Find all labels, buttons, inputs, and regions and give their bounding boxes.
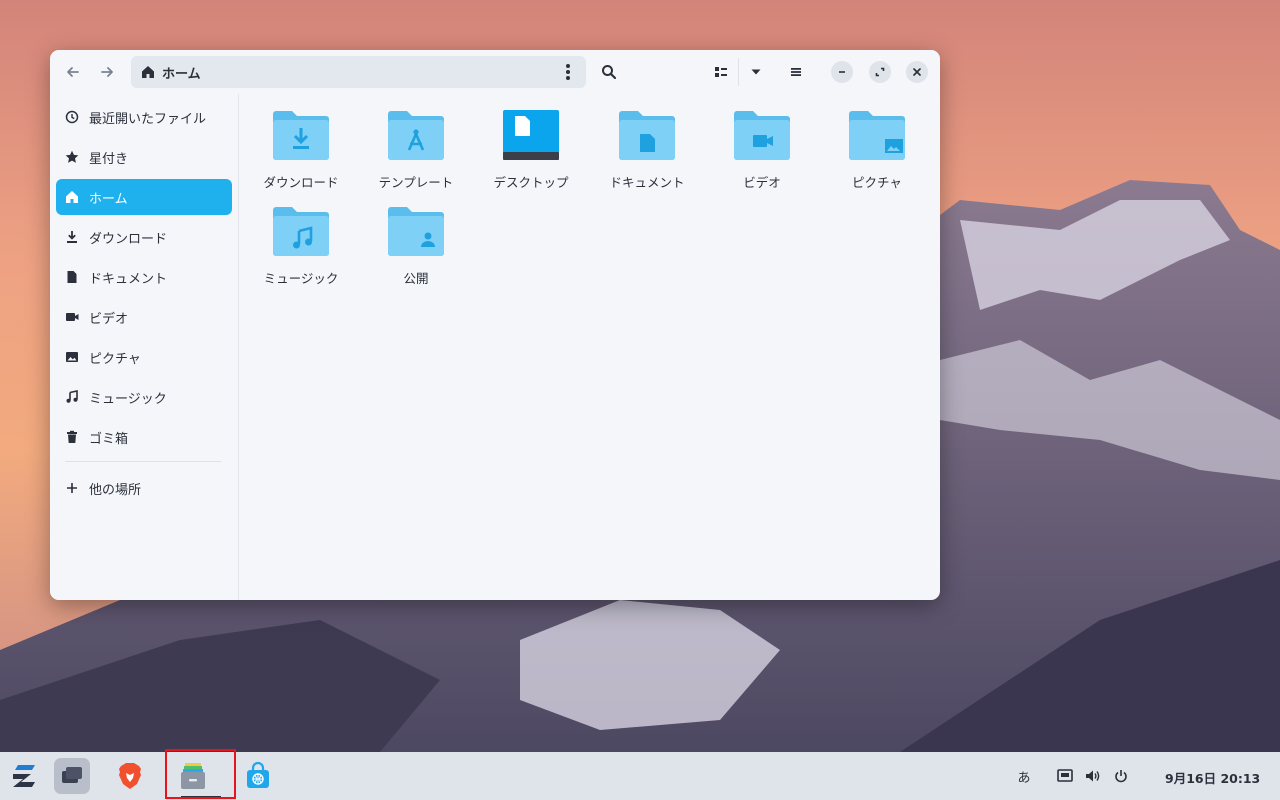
volume-icon (1086, 770, 1100, 782)
desktop-folder-icon (503, 110, 559, 160)
view-options-button[interactable] (745, 61, 767, 83)
path-bar[interactable]: ホーム (131, 56, 586, 88)
search-button[interactable] (598, 61, 620, 83)
folder-item-documents[interactable]: ドキュメント (592, 108, 702, 198)
home-icon (142, 66, 154, 78)
plus-icon (65, 481, 79, 495)
path-bar-label: ホーム (162, 66, 201, 82)
folder-item-music[interactable]: ミュージック (246, 204, 356, 294)
power-icon (1115, 770, 1127, 783)
folder-item-templates[interactable]: テンプレート (361, 108, 471, 198)
picture-icon (65, 350, 79, 364)
sidebar-item-music[interactable]: ミュージック (56, 379, 232, 415)
folder-grid: ダウンロード テンプレート デスクトップ ドキュメント ビデオ ピクチャ ミュー… (240, 94, 940, 600)
videos-folder-icon (734, 111, 790, 160)
trash-icon (65, 430, 79, 444)
hamburger-icon (791, 68, 801, 76)
sidebar-item-label: 最近開いたファイル (89, 111, 207, 127)
folder-label: 公開 (403, 271, 429, 286)
sidebar-item-pictures[interactable]: ピクチャ (56, 339, 232, 375)
input-method-indicator[interactable]: あ (1016, 766, 1032, 786)
arrow-left-icon (67, 67, 79, 77)
music-folder-icon (273, 207, 329, 256)
templates-folder-icon (388, 111, 444, 160)
store-bag-icon (247, 761, 269, 788)
back-button[interactable] (59, 59, 87, 85)
workspace-switcher-button[interactable] (54, 758, 90, 794)
video-icon (65, 310, 79, 324)
folder-label: ビデオ (743, 175, 781, 190)
maximize-button[interactable] (869, 61, 891, 83)
folder-item-videos[interactable]: ビデオ (707, 108, 817, 198)
sidebar-item-videos[interactable]: ビデオ (56, 299, 232, 335)
close-icon (913, 68, 921, 76)
sidebar-item-label: 星付き (89, 151, 129, 167)
minimize-icon (839, 71, 845, 73)
list-view-icon (715, 67, 727, 77)
sidebar-item-label: 他の場所 (89, 482, 142, 498)
sidebar-item-label: ミュージック (89, 391, 167, 407)
folder-label: ダウンロード (263, 175, 339, 190)
software-store-button[interactable] (240, 758, 276, 794)
volume-button[interactable] (1083, 766, 1103, 786)
clock[interactable]: 9月16日 20:13 (1165, 768, 1260, 787)
clock-icon (65, 110, 79, 124)
sidebar-item-label: ホーム (89, 191, 128, 207)
sidebar-item-label: ピクチャ (89, 351, 141, 367)
zorin-logo-icon (13, 765, 35, 787)
network-wired-icon (1057, 769, 1073, 782)
path-menu-button[interactable] (560, 64, 576, 80)
public-folder-icon (388, 207, 444, 256)
folder-item-downloads[interactable]: ダウンロード (246, 108, 356, 198)
brave-lion-icon (119, 763, 141, 789)
folder-item-public[interactable]: 公開 (361, 204, 471, 294)
highlight-annotation (165, 749, 236, 799)
pictures-folder-icon (849, 111, 905, 160)
search-icon (602, 65, 617, 80)
sidebar-item-downloads[interactable]: ダウンロード (56, 219, 232, 255)
power-button[interactable] (1111, 766, 1131, 786)
music-icon (65, 390, 79, 404)
folder-label: ミュージック (263, 271, 339, 286)
windows-icon (62, 767, 82, 783)
home-icon (65, 190, 79, 204)
download-icon (65, 230, 79, 244)
sidebar-item-recent[interactable]: 最近開いたファイル (56, 99, 232, 135)
folder-item-desktop[interactable]: デスクトップ (476, 108, 586, 198)
arrow-right-icon (101, 67, 113, 77)
forward-button[interactable] (93, 59, 121, 85)
folder-item-pictures[interactable]: ピクチャ (822, 108, 932, 198)
download-folder-icon (273, 111, 329, 160)
sidebar-item-home[interactable]: ホーム (56, 179, 232, 215)
sidebar-item-documents[interactable]: ドキュメント (56, 259, 232, 295)
sidebar-item-label: ゴミ箱 (89, 431, 129, 447)
sidebar-item-trash[interactable]: ゴミ箱 (56, 419, 232, 455)
folder-label: ドキュメント (609, 175, 685, 190)
sidebar-item-starred[interactable]: 星付き (56, 139, 232, 175)
sidebar-item-other-places[interactable]: 他の場所 (56, 470, 232, 506)
star-icon (65, 150, 79, 164)
zorin-menu-button[interactable] (6, 758, 42, 794)
documents-folder-icon (619, 111, 675, 160)
sidebar-item-label: ドキュメント (89, 271, 168, 287)
folder-label: ピクチャ (852, 175, 902, 190)
brave-browser-button[interactable] (112, 758, 148, 794)
document-icon (65, 270, 79, 284)
sidebar-item-label: ダウンロード (89, 231, 168, 247)
view-toggle-button[interactable] (710, 61, 732, 83)
header-bar: ホーム (50, 50, 940, 94)
close-button[interactable] (906, 61, 928, 83)
sidebar: 最近開いたファイル 星付き ホーム ダウンロード ドキュメント ビデオ ピクチャ (50, 94, 239, 600)
network-button[interactable] (1055, 766, 1075, 786)
folder-label: デスクトップ (493, 175, 569, 190)
header-separator (738, 58, 739, 86)
file-manager-window: ホーム 最近開いたファイル 星付き ホーム ダウンロード ドキュメント ビデオ … (50, 50, 940, 600)
sidebar-item-label: ビデオ (89, 311, 129, 327)
main-menu-button[interactable] (785, 61, 807, 83)
maximize-icon (875, 67, 885, 77)
sidebar-separator (65, 461, 221, 462)
folder-label: テンプレート (378, 175, 454, 190)
minimize-button[interactable] (831, 61, 853, 83)
chevron-down-icon (751, 69, 761, 75)
